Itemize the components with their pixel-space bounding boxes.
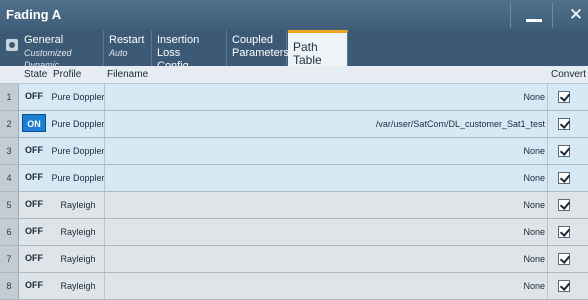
window-title: Fading A	[6, 7, 62, 22]
minimize-icon	[526, 18, 542, 22]
state-toggle[interactable]: OFF	[22, 168, 46, 186]
convert-checkbox[interactable]	[558, 253, 571, 265]
tab-general-label: General	[24, 34, 64, 46]
title-bar: Fading A ✕	[0, 0, 588, 30]
row-number: 7	[0, 246, 19, 272]
filename-cell[interactable]: None	[104, 138, 548, 164]
header-state: State	[24, 69, 48, 80]
checkmark-icon	[559, 199, 571, 210]
close-icon: ✕	[568, 5, 584, 24]
row-number: 1	[0, 84, 19, 110]
header-profile: Profile	[53, 69, 82, 80]
table-row[interactable]: 1 OFF Pure Doppler None	[0, 84, 588, 111]
profile-cell[interactable]: Rayleigh	[50, 219, 106, 245]
table-row[interactable]: 4 OFF Pure Doppler None	[0, 165, 588, 192]
tab-restart-label: Restart	[109, 34, 145, 46]
profile-cell[interactable]: Rayleigh	[50, 273, 106, 299]
convert-checkbox[interactable]	[558, 118, 571, 130]
convert-checkbox[interactable]	[558, 145, 571, 157]
tab-coupled-label: Coupled	[232, 34, 273, 46]
tab-path-table-label: Path Table	[293, 40, 322, 67]
path-table: State Profile Filename Convert 1 OFF Pure …	[0, 66, 588, 300]
state-toggle[interactable]: OFF	[22, 195, 46, 213]
header-convert: Convert	[551, 69, 587, 80]
tab-coupled-label2: Parameters	[232, 47, 289, 59]
tab-insertion-loss-label: Insertion Loss	[157, 34, 200, 59]
profile-cell[interactable]: Rayleigh	[50, 192, 106, 218]
table-row[interactable]: 7 OFF Rayleigh None	[0, 246, 588, 273]
checkmark-icon	[559, 118, 571, 129]
table-row[interactable]: 2 ON Pure Doppler/var/user/SatCom/DL_custo…	[0, 111, 588, 138]
row-number: 6	[0, 219, 19, 245]
row-number: 3	[0, 138, 19, 164]
tab-general[interactable]: General Customized Dynamic	[0, 30, 104, 70]
table-row[interactable]: 3 OFF Pure Doppler None	[0, 138, 588, 165]
row-number: 8	[0, 273, 19, 299]
tab-bar: General Customized Dynamic Restart Auto …	[0, 30, 588, 72]
profile-cell[interactable]: Pure Doppler	[50, 111, 106, 137]
tab-insertion-loss[interactable]: Insertion Loss Config	[152, 30, 227, 72]
convert-checkbox[interactable]	[558, 199, 571, 211]
tab-restart-sub: Auto	[109, 48, 128, 58]
table-header: State Profile Filename Convert	[0, 66, 588, 84]
filename-cell[interactable]: None	[104, 273, 548, 299]
filename-cell[interactable]: None	[104, 165, 548, 191]
filename-cell[interactable]: None	[104, 84, 548, 110]
state-toggle[interactable]: OFF	[22, 276, 46, 294]
profile-cell[interactable]: Pure Doppler	[50, 84, 106, 110]
convert-checkbox[interactable]	[558, 172, 571, 184]
state-toggle[interactable]: OFF	[22, 87, 46, 105]
convert-checkbox[interactable]	[558, 226, 571, 238]
checkmark-icon	[559, 280, 571, 291]
filename-cell[interactable]: /var/user/SatCom/DL_customer_Sat1_test	[104, 111, 548, 137]
profile-cell[interactable]: Rayleigh	[50, 246, 106, 272]
table-row[interactable]: 8 OFF Rayleigh None	[0, 273, 588, 300]
tab-restart[interactable]: Restart Auto	[104, 30, 152, 66]
row-number: 2	[0, 111, 19, 137]
state-toggle[interactable]: ON	[22, 114, 46, 132]
general-settings-icon	[6, 39, 18, 51]
table-row[interactable]: 6 OFF Rayleigh None	[0, 219, 588, 246]
tab-path-table[interactable]: Path Table	[288, 30, 348, 67]
checkmark-icon	[559, 145, 571, 156]
table-row[interactable]: 5 OFF Rayleigh None	[0, 192, 588, 219]
close-button[interactable]: ✕	[552, 2, 588, 28]
checkmark-icon	[559, 226, 571, 237]
state-toggle[interactable]: OFF	[22, 141, 46, 159]
tab-coupled-parameters[interactable]: Coupled Parameters	[227, 30, 289, 66]
row-number: 4	[0, 165, 19, 191]
filename-cell[interactable]: None	[104, 246, 548, 272]
profile-cell[interactable]: Pure Doppler	[50, 138, 106, 164]
convert-checkbox[interactable]	[558, 280, 571, 292]
convert-checkbox[interactable]	[558, 91, 571, 103]
checkmark-icon	[559, 91, 571, 102]
state-toggle[interactable]: OFF	[22, 222, 46, 240]
checkmark-icon	[559, 253, 571, 264]
minimize-button[interactable]	[510, 2, 557, 28]
filename-cell[interactable]: None	[104, 219, 548, 245]
filename-cell[interactable]: None	[104, 192, 548, 218]
header-filename: Filename	[107, 69, 149, 80]
row-number: 5	[0, 192, 19, 218]
profile-cell[interactable]: Pure Doppler	[50, 165, 106, 191]
state-toggle[interactable]: OFF	[22, 249, 46, 267]
checkmark-icon	[559, 172, 571, 183]
